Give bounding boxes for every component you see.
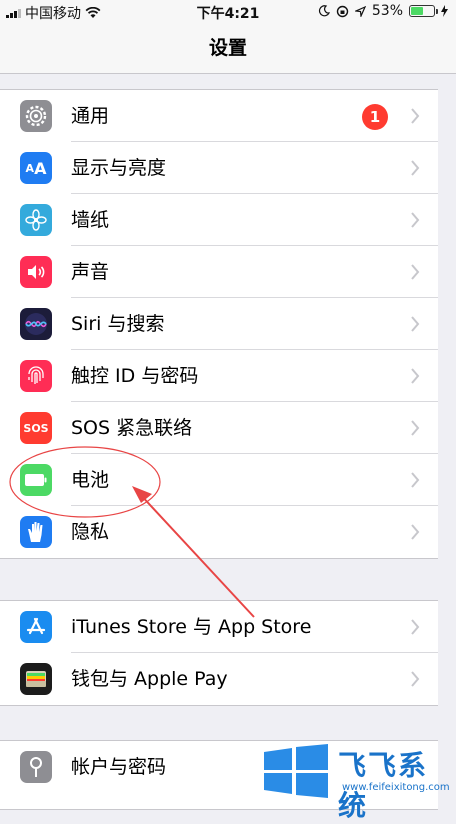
battery-icon: [20, 464, 52, 496]
row-label: 电池: [71, 469, 110, 491]
chevron-right-icon: [411, 212, 420, 228]
settings-row-wallet[interactable]: 钱包与 Apple Pay: [0, 653, 438, 705]
gear-icon: [20, 100, 52, 132]
nav-bar: 设置: [0, 24, 456, 74]
row-label: iTunes Store 与 App Store: [71, 616, 312, 638]
row-label: 帐户与密码: [71, 756, 167, 778]
battery-percent: 53%: [371, 3, 403, 19]
chevron-right-icon: [411, 472, 420, 488]
settings-group-1: 通用 1 AA 显示与亮度 墙纸 声音 Siri 与搜索 触控 ID 与密码 S…: [0, 89, 438, 559]
scroll-gutter: [438, 74, 456, 800]
sos-icon: SOS: [20, 412, 52, 444]
hand-icon: [20, 516, 52, 548]
settings-row-sos[interactable]: SOS SOS 紧急联络: [0, 402, 438, 454]
row-label: 通用: [71, 105, 110, 127]
status-bar: 中国移动 下午4:21 53%: [0, 0, 456, 24]
chevron-right-icon: [411, 160, 420, 176]
settings-group-2: iTunes Store 与 App Store 钱包与 Apple Pay: [0, 600, 438, 706]
charging-icon: [441, 5, 448, 17]
windows-logo-icon: [264, 744, 328, 798]
chevron-right-icon: [411, 316, 420, 332]
settings-row-privacy[interactable]: 隐私: [0, 506, 438, 558]
rotation-lock-icon: [336, 5, 349, 17]
settings-row-wallpaper[interactable]: 墙纸: [0, 194, 438, 246]
speaker-icon: [20, 256, 52, 288]
row-label: SOS 紧急联络: [71, 417, 193, 439]
row-label: 显示与亮度: [71, 157, 167, 179]
watermark-url: www.feifeixitong.com: [342, 782, 450, 793]
chevron-right-icon: [411, 108, 420, 124]
row-label: 钱包与 Apple Pay: [71, 668, 228, 690]
display-aa-icon: AA: [20, 152, 52, 184]
key-icon: [20, 751, 52, 783]
row-label: 墙纸: [71, 209, 110, 231]
settings-row-siri[interactable]: Siri 与搜索: [0, 298, 438, 350]
moon-icon: [318, 5, 330, 17]
siri-icon: [20, 308, 52, 340]
chevron-right-icon: [411, 619, 420, 635]
fingerprint-icon: [20, 360, 52, 392]
chevron-right-icon: [411, 671, 420, 687]
app-store-icon: [20, 611, 52, 643]
row-label: 触控 ID 与密码: [71, 365, 199, 387]
notification-badge: 1: [362, 104, 388, 130]
watermark: 飞飞系统 www.feifeixitong.com: [258, 742, 456, 822]
chevron-right-icon: [411, 368, 420, 384]
sos-icon-text: SOS: [23, 421, 49, 435]
settings-row-touch-id[interactable]: 触控 ID 与密码: [0, 350, 438, 402]
row-label: 隐私: [71, 521, 110, 543]
settings-row-app-store[interactable]: iTunes Store 与 App Store: [0, 601, 438, 653]
battery-status-icon: [409, 5, 438, 17]
settings-row-sounds[interactable]: 声音: [0, 246, 438, 298]
location-icon: [354, 5, 366, 17]
wallet-icon: [20, 663, 52, 695]
chevron-right-icon: [411, 524, 420, 540]
chevron-right-icon: [411, 420, 420, 436]
row-label: 声音: [71, 261, 110, 283]
wallpaper-flower-icon: [20, 204, 52, 236]
settings-row-battery[interactable]: 电池: [0, 454, 438, 506]
settings-row-display[interactable]: AA 显示与亮度: [0, 142, 438, 194]
row-label: Siri 与搜索: [71, 313, 165, 335]
status-right: 53%: [318, 3, 448, 19]
settings-row-general[interactable]: 通用 1: [0, 90, 438, 142]
page-title: 设置: [208, 37, 247, 59]
chevron-right-icon: [411, 264, 420, 280]
